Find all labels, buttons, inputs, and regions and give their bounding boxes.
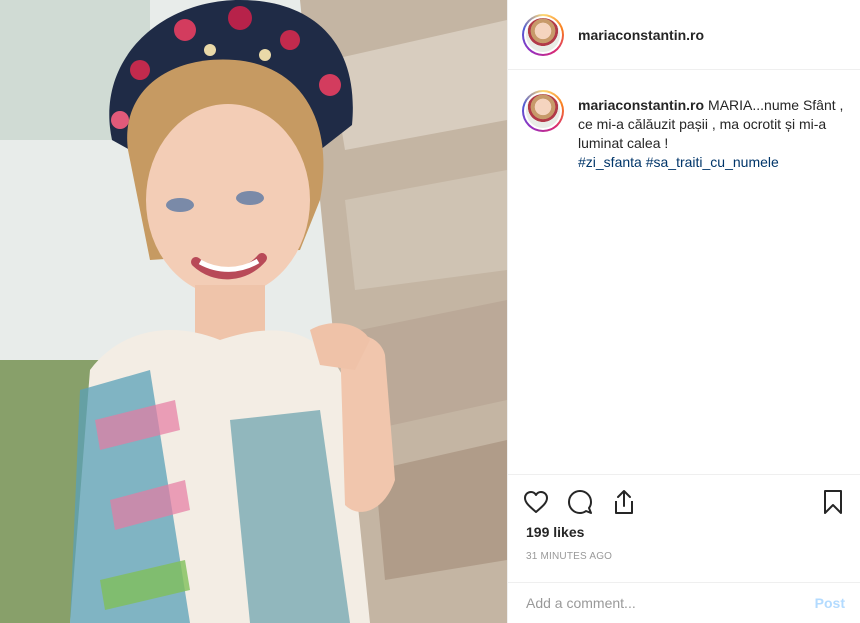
share-button[interactable] [610, 488, 638, 516]
like-button[interactable] [522, 488, 550, 516]
post-photo[interactable] [0, 0, 507, 623]
portrait-illustration [0, 0, 507, 623]
instagram-post: mariaconstantin.ro mariaconstantin.ro MAR… [0, 0, 860, 623]
share-icon [615, 490, 633, 514]
actions-section [508, 474, 860, 529]
post-timestamp: 31 MINUTES AGO [526, 551, 613, 562]
avatar-image [526, 94, 560, 128]
avatar[interactable] [522, 13, 564, 56]
header-username-link[interactable]: mariaconstantin.ro [578, 27, 704, 43]
comment-input[interactable] [526, 595, 815, 611]
save-button[interactable] [819, 488, 847, 516]
likes-count[interactable]: 199 likes [526, 524, 584, 540]
caption: mariaconstantin.ro MARIA...nume Sfânt , c… [522, 90, 847, 172]
comment-bubble-icon [568, 490, 592, 514]
avatar-image [526, 17, 560, 52]
comment-bar: Post [508, 582, 860, 623]
post-comment-button[interactable]: Post [815, 595, 845, 611]
caption-username-link[interactable]: mariaconstantin.ro [578, 97, 704, 113]
hashtag-link[interactable]: #zi_sfanta [578, 154, 642, 170]
avatar-ring [524, 92, 562, 130]
avatar-ring [524, 15, 562, 54]
caption-avatar[interactable] [522, 90, 564, 132]
bookmark-icon [824, 490, 842, 514]
comment-button[interactable] [566, 488, 594, 516]
post-header: mariaconstantin.ro [508, 0, 860, 70]
caption-text: mariaconstantin.ro MARIA...nume Sfânt , c… [578, 90, 847, 172]
heart-icon [524, 491, 548, 513]
post-side-panel: mariaconstantin.ro mariaconstantin.ro MAR… [507, 0, 860, 623]
action-bar [508, 475, 860, 529]
hashtag-link[interactable]: #sa_traiti_cu_numele [646, 154, 779, 170]
